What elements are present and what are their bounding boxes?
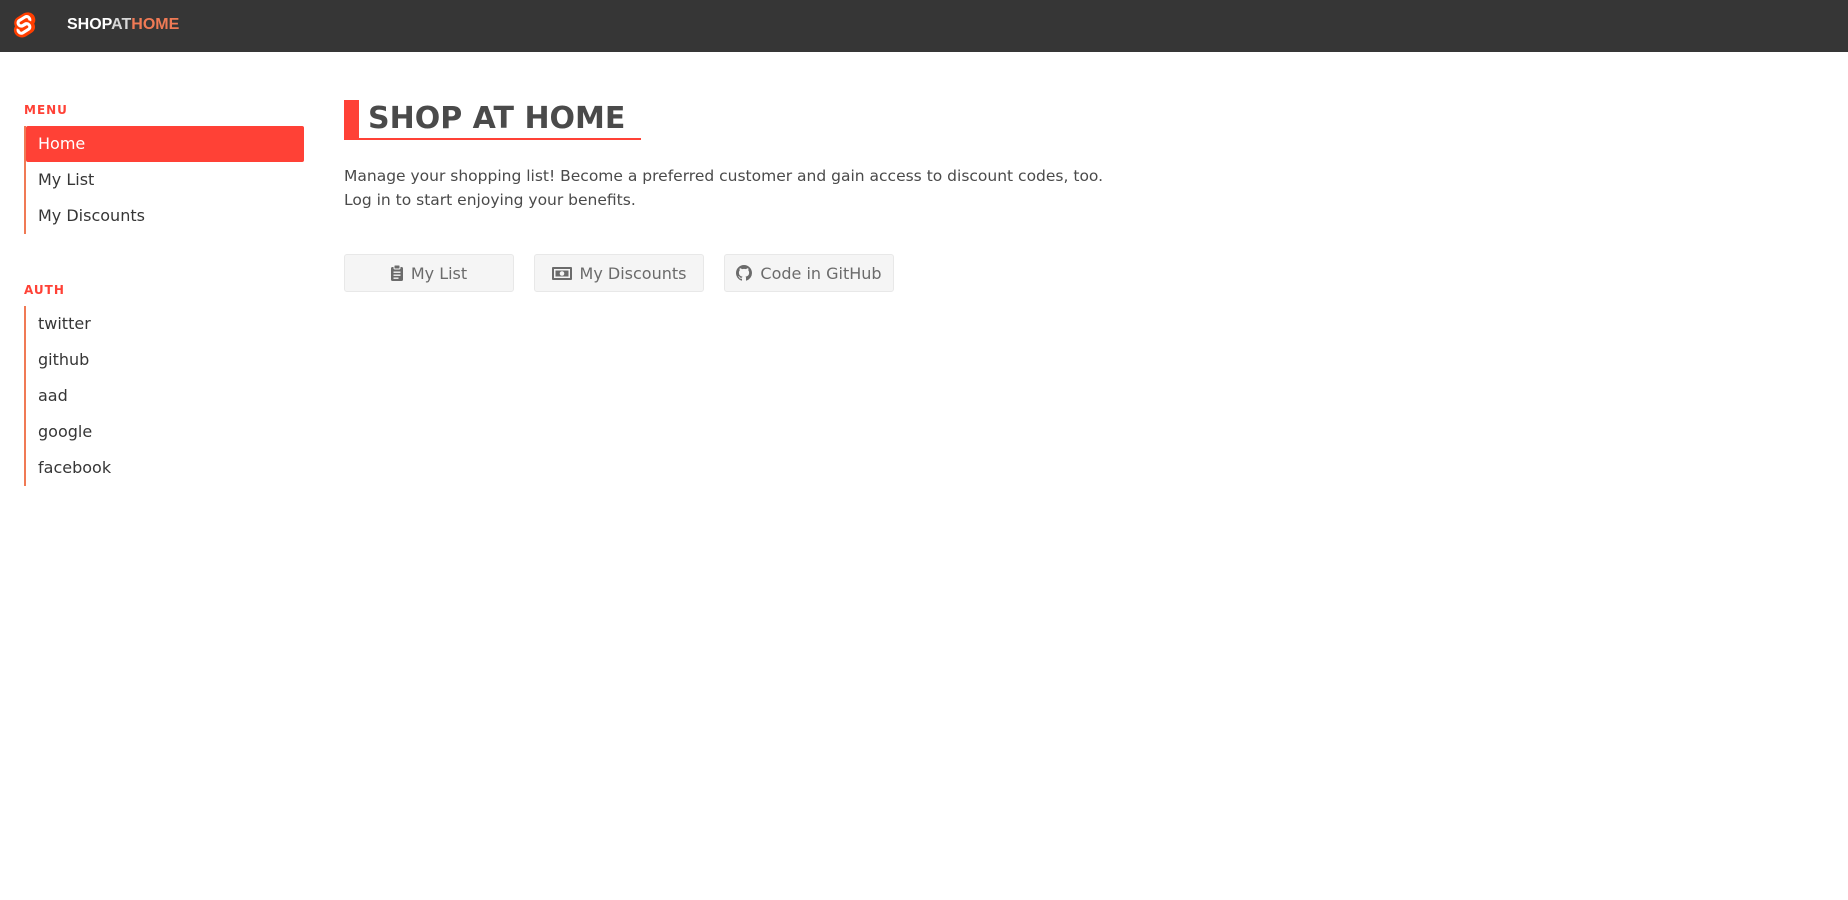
sidebar-item-home[interactable]: Home [26, 126, 304, 162]
sidebar-item-my-discounts[interactable]: My Discounts [26, 198, 304, 234]
clipboard-icon [390, 265, 403, 281]
my-discounts-button[interactable]: My Discounts [534, 254, 704, 292]
auth-item-facebook[interactable]: facebook [26, 450, 304, 486]
auth-list: twitter github aad google facebook [24, 306, 304, 486]
money-bill-icon [551, 266, 572, 280]
brand-part-shop: SHOP [67, 16, 112, 33]
brand-part-home: HOME [131, 16, 180, 33]
svelte-logo-icon[interactable] [13, 12, 37, 40]
description-line-1: Manage your shopping list! Become a pref… [344, 167, 1104, 185]
main-content: SHOP AT HOME Manage your shopping list! … [344, 100, 1103, 292]
menu-section-label: MENU [24, 103, 68, 117]
brand-part-at: AT [111, 16, 132, 33]
sidebar-item-my-list[interactable]: My List [26, 162, 304, 198]
description-line-2: Log in to start enjoying your benefits. [344, 191, 636, 209]
sidebar-menu: MENU Home My List My Discounts AUTH twit… [24, 96, 304, 532]
my-list-button[interactable]: My List [344, 254, 514, 292]
auth-item-github[interactable]: github [26, 342, 304, 378]
auth-item-twitter[interactable]: twitter [26, 306, 304, 342]
page-title: SHOP AT HOME [368, 101, 626, 136]
title-accent-bar [344, 100, 359, 138]
my-discounts-button-label: My Discounts [579, 263, 687, 283]
action-buttons: My List My Discounts Code in GitHub [344, 254, 894, 292]
auth-item-aad[interactable]: aad [26, 378, 304, 414]
github-icon [736, 265, 753, 281]
code-in-github-button-label: Code in GitHub [760, 263, 882, 283]
my-list-button-label: My List [410, 263, 468, 283]
code-in-github-button[interactable]: Code in GitHub [724, 254, 894, 292]
page-title-block: SHOP AT HOME [344, 100, 642, 140]
auth-item-google[interactable]: google [26, 414, 304, 450]
menu-list: Home My List My Discounts [24, 126, 304, 234]
top-navbar: SHOPATHOME [0, 0, 1848, 52]
auth-section-label: AUTH [24, 283, 65, 297]
page-description: Manage your shopping list! Become a pref… [344, 164, 1103, 212]
brand-logo-text[interactable]: SHOPATHOME [67, 16, 179, 34]
